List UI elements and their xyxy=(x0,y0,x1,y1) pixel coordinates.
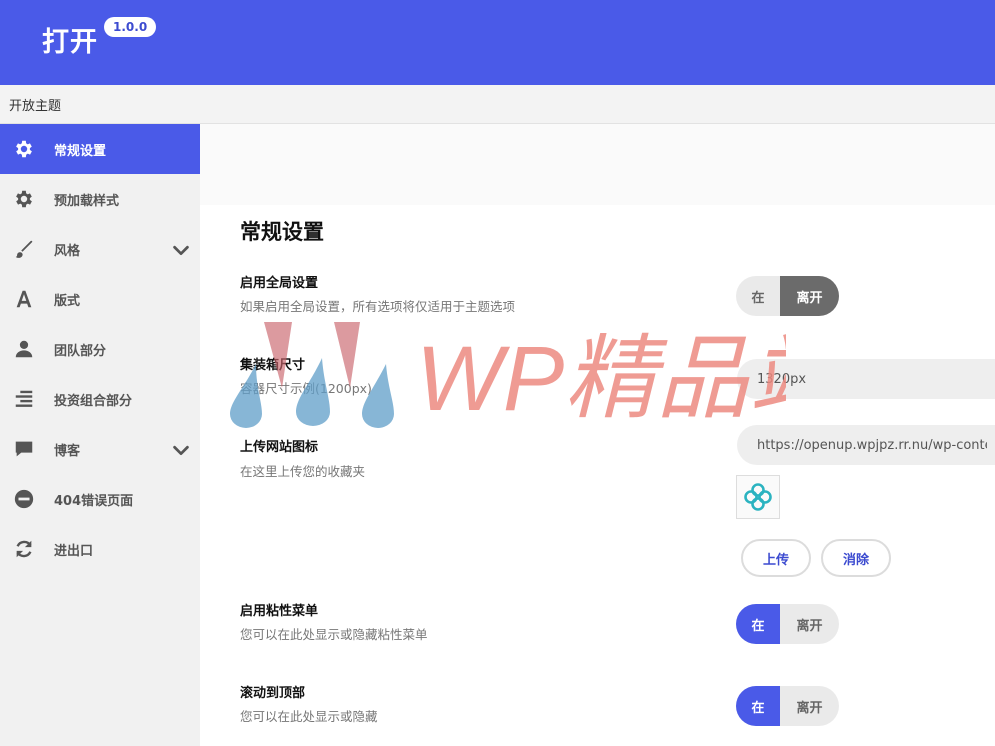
sidebar-item-general[interactable]: 常规设置 xyxy=(0,124,200,174)
upload-button[interactable]: 上传 xyxy=(741,539,811,577)
container-size-input[interactable] xyxy=(737,359,995,399)
top-header: 打开 1.0.0 xyxy=(0,0,995,85)
scroll-top-toggle[interactable]: 在 离开 xyxy=(736,686,839,726)
user-icon xyxy=(12,337,36,361)
gear-icon xyxy=(12,187,36,211)
app-title: 打开 xyxy=(42,27,98,58)
scroll-top-desc: 您可以在此处显示或隐藏 xyxy=(240,709,378,724)
brush-icon xyxy=(12,237,36,261)
sticky-menu-desc: 您可以在此处显示或隐藏粘性菜单 xyxy=(240,627,428,642)
theme-subbar: 开放主题 xyxy=(0,85,995,124)
global-settings-label: 启用全局设置 xyxy=(240,276,319,291)
chevron-down-icon[interactable] xyxy=(170,439,192,461)
theme-name: 开放主题 xyxy=(9,99,62,114)
align-icon xyxy=(12,387,36,411)
toggle-on[interactable]: 在 xyxy=(736,604,780,644)
sidebar: 常规设置 预加载样式 风格 版式 团队部分 投资组合部分 博客 404错误页面 … xyxy=(0,124,200,746)
sidebar-item-label: 常规设置 xyxy=(54,143,107,159)
sidebar-item-404[interactable]: 404错误页面 xyxy=(0,474,200,524)
sidebar-item-label: 进出口 xyxy=(54,543,94,559)
sidebar-item-label: 团队部分 xyxy=(54,343,107,359)
typography-icon xyxy=(12,287,36,311)
favicon-preview xyxy=(736,475,780,519)
sidebar-item-label: 预加载样式 xyxy=(54,193,120,209)
container-size-desc: 容器尺寸示例(1200px) xyxy=(240,381,372,396)
sticky-menu-label: 启用粘性菜单 xyxy=(240,604,319,619)
refresh-icon xyxy=(12,537,36,561)
favicon-label: 上传网站图标 xyxy=(240,440,319,455)
scroll-top-label: 滚动到顶部 xyxy=(240,686,306,701)
toggle-on[interactable]: 在 xyxy=(736,686,780,726)
favicon-flower-icon xyxy=(744,483,772,511)
sidebar-item-label: 404错误页面 xyxy=(54,493,134,509)
sidebar-item-preload[interactable]: 预加载样式 xyxy=(0,174,200,224)
section-title: 常规设置 xyxy=(240,220,324,244)
remove-button[interactable]: 消除 xyxy=(821,539,891,577)
sidebar-item-blog[interactable]: 博客 xyxy=(0,424,200,474)
toggle-on[interactable]: 在 xyxy=(736,276,780,316)
sidebar-item-style[interactable]: 风格 xyxy=(0,224,200,274)
minus-circle-icon xyxy=(12,487,36,511)
sidebar-item-label: 博客 xyxy=(54,443,81,459)
sidebar-item-portfolio[interactable]: 投资组合部分 xyxy=(0,374,200,424)
chevron-down-icon[interactable] xyxy=(170,239,192,261)
global-settings-toggle[interactable]: 在 离开 xyxy=(736,276,839,316)
favicon-url-input[interactable] xyxy=(737,425,995,465)
sidebar-item-label: 风格 xyxy=(54,243,81,259)
sidebar-item-label: 投资组合部分 xyxy=(54,393,133,409)
gear-icon xyxy=(12,137,36,161)
sidebar-item-label: 版式 xyxy=(54,293,81,309)
watermark-text: WP精品站 xyxy=(416,328,786,430)
sidebar-item-import-export[interactable]: 进出口 xyxy=(0,524,200,574)
comment-icon xyxy=(12,437,36,461)
sidebar-item-team[interactable]: 团队部分 xyxy=(0,324,200,374)
toggle-off[interactable]: 离开 xyxy=(780,686,839,726)
global-settings-desc: 如果启用全局设置，所有选项将仅适用于主题选项 xyxy=(240,299,516,314)
content-top-area xyxy=(200,124,995,205)
toggle-off[interactable]: 离开 xyxy=(780,276,839,316)
sticky-menu-toggle[interactable]: 在 离开 xyxy=(736,604,839,644)
version-badge: 1.0.0 xyxy=(104,17,157,37)
favicon-desc: 在这里上传您的收藏夹 xyxy=(240,464,366,479)
sidebar-item-typography[interactable]: 版式 xyxy=(0,274,200,324)
toggle-off[interactable]: 离开 xyxy=(780,604,839,644)
container-size-label: 集装箱尺寸 xyxy=(240,358,306,373)
watermark-logo: WP精品站 xyxy=(230,322,786,430)
